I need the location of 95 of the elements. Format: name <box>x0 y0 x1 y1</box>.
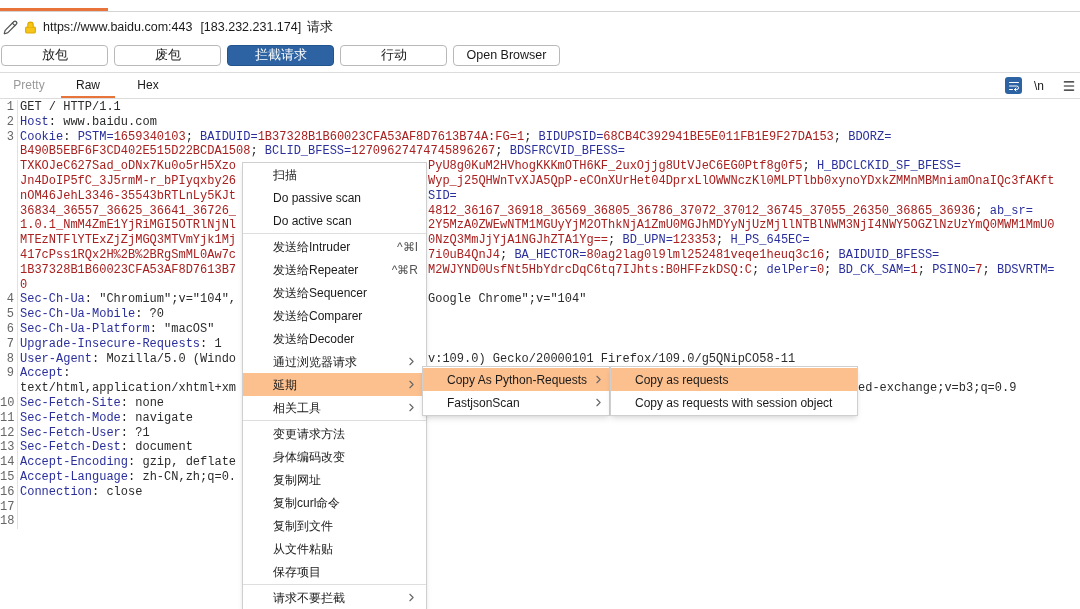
code-text: User-Agent: Mozilla/5.0 (Windo <box>20 351 237 366</box>
code-text: SID= <box>428 188 457 204</box>
code-text: Sec-Ch-Ua-Mobile: ?0 <box>20 307 165 322</box>
menu-item[interactable]: 请求不要拦截 <box>243 586 426 609</box>
code-text: Accept: <box>20 366 71 382</box>
menu-item[interactable]: 发送给Sequencer <box>243 281 426 304</box>
code-text: M2WJYND0UsfNt5HbYdrcDqC6tq7IJhts:B0HFFzkDSQ:C; delPer=0; BD_CK_SAM=1; PSINO=7; BDSVRTM= <box>428 262 1055 278</box>
line-number: 16 <box>0 484 15 499</box>
menu-item[interactable]: Copy As Python-Requests <box>423 368 609 391</box>
line-number: 7 <box>6 336 14 351</box>
code-text: 4812_36167_36918_36569_36805_36786_37072_37012_36745_37055_26350_36865_36936; ab_sr= <box>428 203 1033 219</box>
line-number: 15 <box>0 469 15 484</box>
line-number: 5 <box>6 307 14 322</box>
menu-item[interactable]: FastjsonScan <box>423 391 609 414</box>
wrap-text-icon[interactable] <box>1005 77 1022 94</box>
menu-item[interactable]: 复制网址 <box>243 468 426 491</box>
request-direction: 请求 <box>307 18 334 36</box>
code-text: GET / HTTP/1.1 <box>20 100 121 115</box>
code-text: Jn4DoIP5fC_3J5rmM-r_bPIyqxby26 <box>20 174 237 188</box>
action-button[interactable]: Open Browser <box>453 44 560 66</box>
edit-icon[interactable] <box>3 19 18 35</box>
code-text: Host: www.baidu.com <box>20 114 157 130</box>
code-text: Upgrade-Insecure-Requests: 1 <box>20 336 222 352</box>
line-number: 1 <box>6 100 14 114</box>
view-tab[interactable]: Raw <box>61 73 115 98</box>
line-number: 4 <box>6 292 14 307</box>
menu-item[interactable]: 通过浏览器请求 <box>243 350 426 373</box>
code-text: B490B5EBF6F3CD402E515D22BCDA1508; BCLID_BFESS=12709627474745896267; BDSFRCVID_BFESS= <box>20 144 625 160</box>
code-text: Accept-Language: zh-CN,zh;q=0. <box>20 469 237 485</box>
code-text: Accept-Encoding: gzip, deflate <box>20 455 237 470</box>
request-address: [183.232.231.174] <box>200 18 302 36</box>
code-text: text/html,application/xhtml+xm <box>20 381 237 396</box>
line-number: 11 <box>0 410 15 425</box>
line-number: 18 <box>0 514 15 529</box>
code-text: Cookie: PSTM=1659340103; BAIDUID=1B37328B1B60023CFA53AF8D7613B74A:FG=1; BIDUPSID=68CB4C392941BE5E011FB1E9F27DA153; BDORZ= <box>20 129 892 145</box>
code-text: Sec-Fetch-Site: none <box>20 395 165 411</box>
code-text: Google Chrome";v="104" <box>428 292 587 308</box>
code-text: 36834_36557_36625_36641_36726_ <box>20 203 237 218</box>
code-text: 7i0uB4QnJ4; BA_HECTOR=80ag2lag0l9lml252481veqe1heuq3c16; BAIDUID_BFESS= <box>428 247 940 263</box>
code-text: Wyp_j25QHWnTvXJA5QpP-eCOnXUrHet04DprxLlOWWNczKl0MLPTlbb0xynoYDxkZMMnMBMniamOnaIQc3fAKft <box>428 174 1055 189</box>
line-number: 13 <box>0 440 15 455</box>
code-text: ed-exchange;v=b3;q=0.9 <box>858 381 1017 396</box>
line-number: 8 <box>6 351 14 366</box>
menu-item[interactable]: 保存项目 <box>243 560 426 583</box>
line-number: 2 <box>6 114 14 129</box>
code-text: 417cPss1RQx2H%2B%2BRgSmML0Aw7c <box>20 247 237 262</box>
menu-item[interactable]: 扫描 <box>243 163 426 186</box>
code-text: MTEzNTFlYTExZjZjMGQ3MTVmYjk1Mj <box>20 233 237 248</box>
shortcut-text: ^⌘R <box>391 261 418 279</box>
line-number: 12 <box>0 425 15 440</box>
menu-icon[interactable] <box>1062 78 1076 93</box>
code-text: Sec-Fetch-Mode: navigate <box>20 410 193 426</box>
menu-item[interactable]: Do passive scan <box>243 186 426 209</box>
code-text: nOM46JehL3346-35543bRTLnLy5KJt <box>20 188 237 203</box>
code-text: 1.0.1_NmM4ZmE1YjRiMGI5OTRlNjNl <box>20 218 237 233</box>
menu-item[interactable]: 发送给Intruder ^⌘I <box>243 235 426 258</box>
request-url: https://www.baidu.com:443 <box>43 18 193 36</box>
line-number: 17 <box>0 499 15 514</box>
menu-item[interactable]: 发送给Decoder <box>243 327 426 350</box>
code-text: v:109.0) Gecko/20000101 Firefox/109.0/g5QNipCO58-11 <box>428 351 796 367</box>
code-text: PyU8g0KuM2HVhogKKKmOTH6KF_2uxOjjg8UtVJeC6EG0Ptf8g0f5; H_BDCLCKID_SF_BFESS= <box>428 159 961 174</box>
code-text: 2Y5MzA0ZWEwNTM1MGUyYjM2OThkNjA1ZmU0MGJhMDYyNjUzMjllNTBlNWM3NjI4NWY5OGZlNzUzYmQ0MWM1MmU0 <box>428 218 1055 234</box>
code-text: Connection: close <box>20 484 143 500</box>
code-text: Sec-Fetch-Dest: document <box>20 440 193 456</box>
menu-item[interactable]: 身体编码改变 <box>243 445 426 468</box>
menu-item[interactable]: Copy as requests <box>611 368 857 391</box>
menu-item[interactable]: Copy as requests with session object <box>611 391 857 414</box>
code-text: 0 <box>20 277 28 293</box>
action-button[interactable]: 行动 <box>340 44 447 66</box>
code-text: TXKOJeC627Sad_oDNx7Ku0o5rH5Xzo <box>20 159 237 174</box>
menu-item[interactable]: 变更请求方法 <box>243 422 426 445</box>
menu-item[interactable]: Do active scan <box>243 209 426 232</box>
newline-toggle[interactable]: \n <box>1034 76 1050 95</box>
menu-item[interactable]: 发送给Repeater ^⌘R <box>243 258 426 281</box>
action-button[interactable]: 废包 <box>114 44 221 66</box>
menu-item[interactable]: 相关工具 <box>243 396 426 419</box>
menu-item[interactable]: 发送给Comparer <box>243 304 426 327</box>
action-button[interactable]: 放包 <box>1 44 108 66</box>
code-text: 0NzQ3MmJjYjA1NGJhZTA1Yg==; BD_UPN=123353; H_PS_645EC= <box>428 233 810 248</box>
shortcut-text: ^⌘I <box>397 238 418 256</box>
menu-item[interactable]: 复制curl命令 <box>243 491 426 514</box>
action-button[interactable]: 拦截请求 <box>227 44 334 66</box>
code-text: Sec-Ch-Ua-Platform: "macOS" <box>20 321 215 337</box>
menu-item[interactable]: 从文件粘贴 <box>243 537 426 560</box>
line-number: 14 <box>0 455 15 470</box>
code-text: 1B37328B1B60023CFA53AF8D7613B7 <box>20 262 237 277</box>
menu-item[interactable]: 复制到文件 <box>243 514 426 537</box>
line-number: 3 <box>6 129 14 144</box>
line-number: 6 <box>6 321 14 336</box>
view-tab[interactable]: Hex <box>121 73 175 98</box>
code-text: Sec-Fetch-User: ?1 <box>20 425 150 441</box>
line-number: 10 <box>0 395 15 410</box>
line-number: 9 <box>6 366 14 381</box>
code-text: Sec-Ch-Ua: "Chromium";v="104", <box>20 292 237 307</box>
lock-icon <box>24 20 37 34</box>
